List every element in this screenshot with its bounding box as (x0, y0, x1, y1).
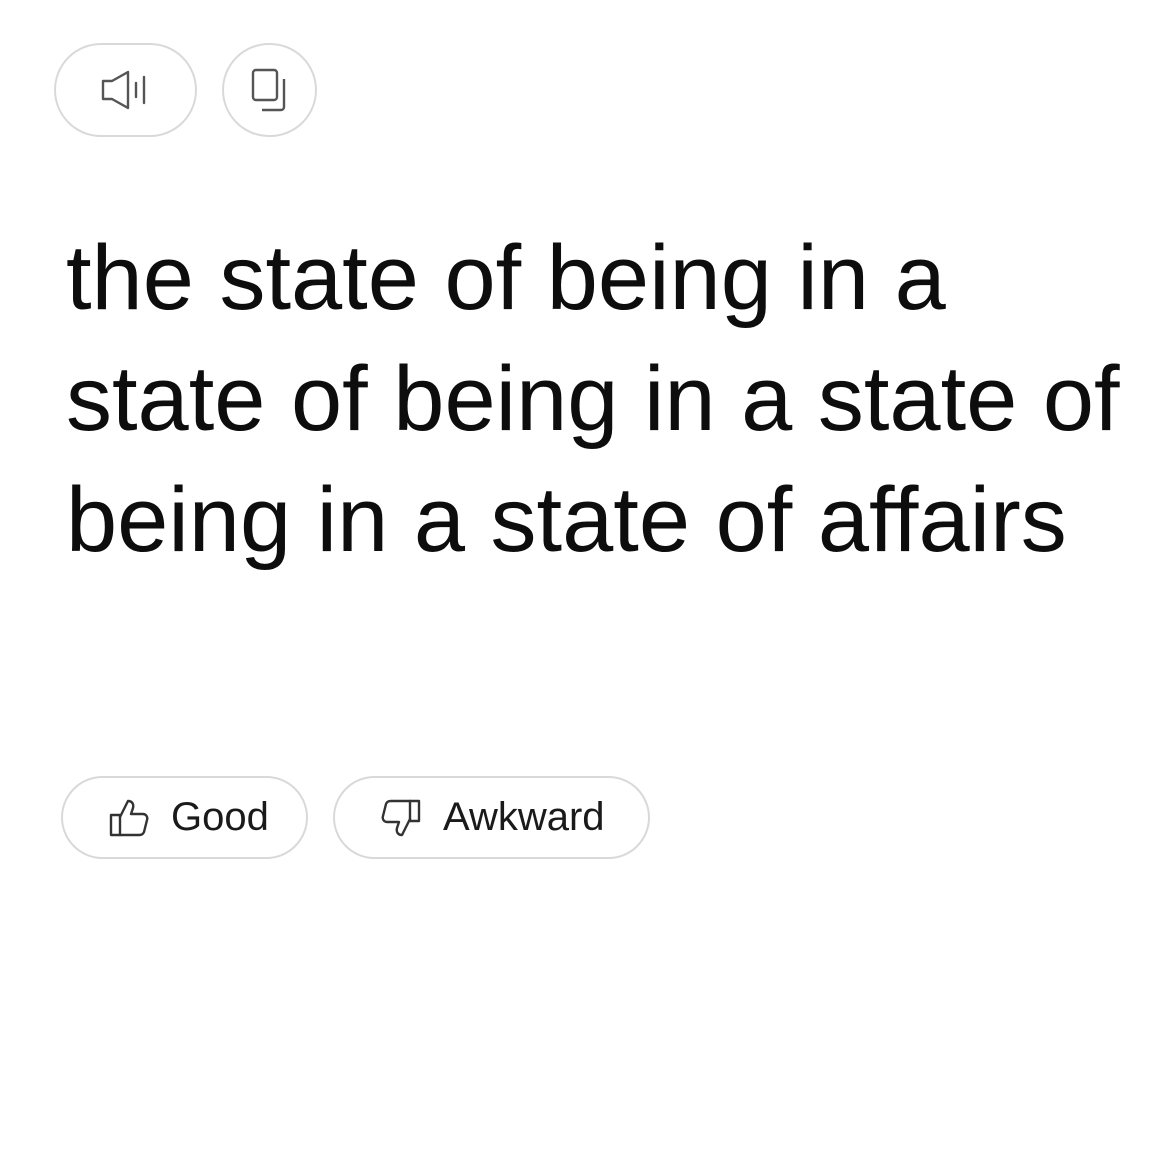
copy-icon (250, 67, 290, 113)
good-label: Good (171, 795, 269, 839)
speaker-icon (100, 69, 152, 111)
good-feedback-button[interactable]: Good (61, 776, 308, 859)
speak-button[interactable] (54, 43, 197, 137)
copy-button[interactable] (222, 43, 317, 137)
translation-result-panel: the state of being in a state of being i… (0, 0, 1170, 1170)
translation-text: the state of being in a state of being i… (66, 227, 1120, 571)
thumbs-up-icon (109, 798, 149, 838)
awkward-feedback-button[interactable]: Awkward (333, 776, 650, 859)
awkward-label: Awkward (443, 795, 605, 839)
thumbs-down-icon (381, 798, 421, 838)
